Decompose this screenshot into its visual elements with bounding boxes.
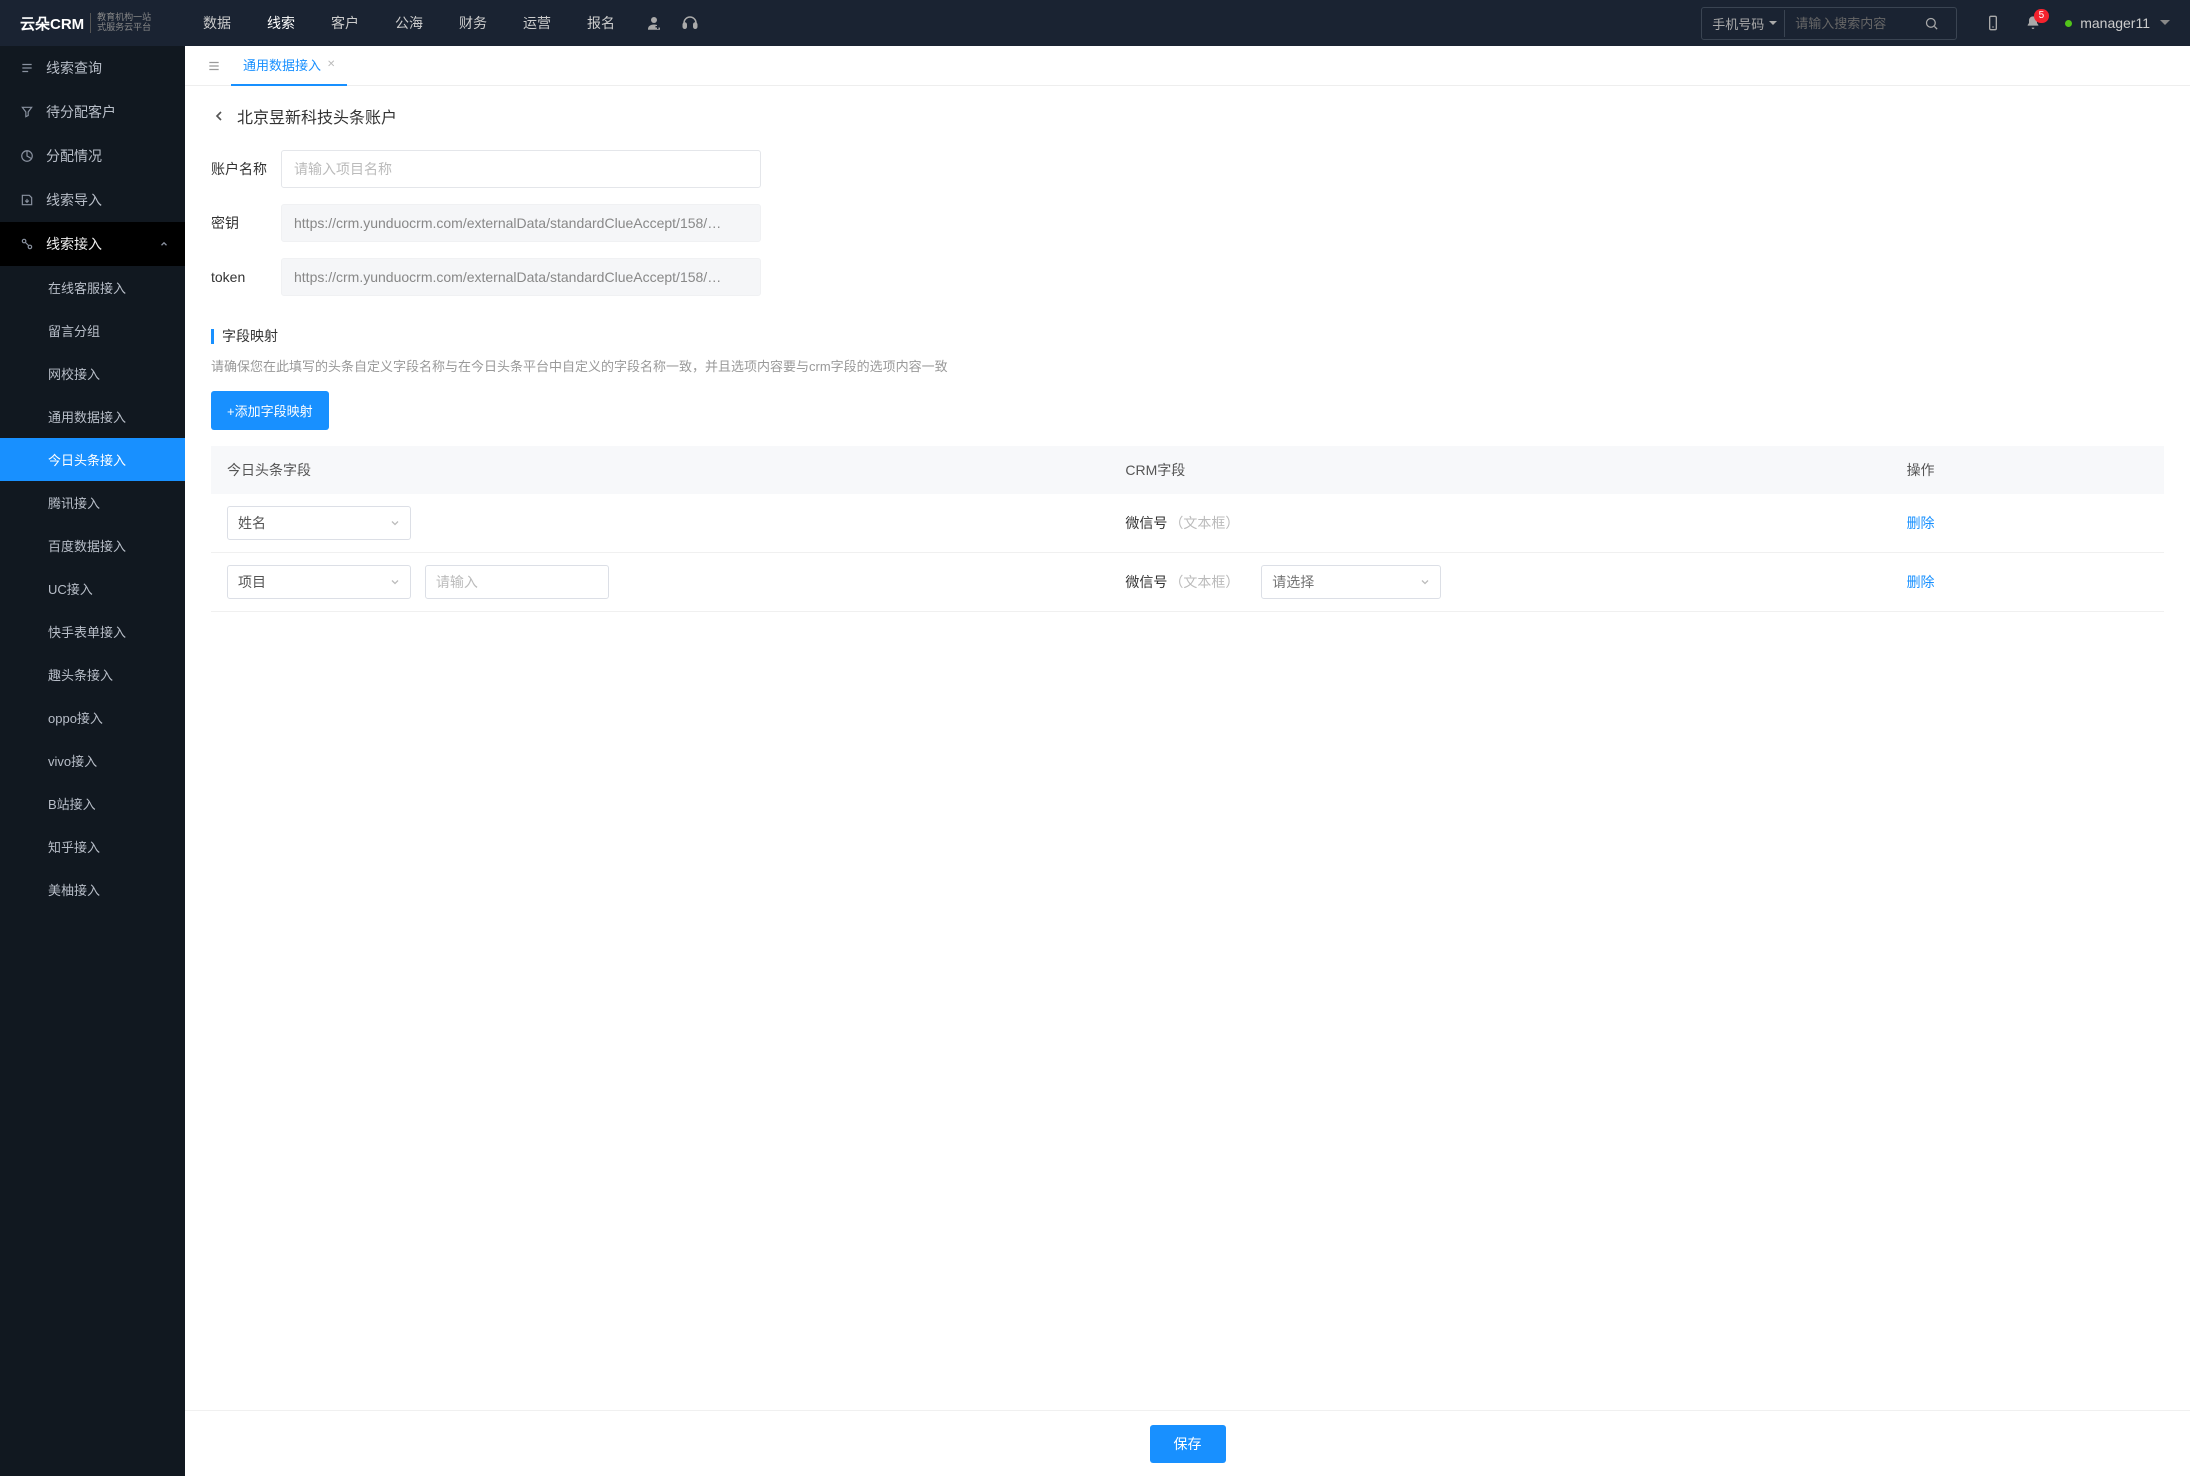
secret-input[interactable]: [281, 204, 761, 242]
tab-general-data[interactable]: 通用数据接入 ✕: [231, 46, 347, 86]
headset-icon[interactable]: [681, 14, 699, 32]
sidebar-sub-zhihu[interactable]: 知乎接入: [0, 825, 185, 868]
mapping-row: 微信号（文本框） 删除: [211, 553, 2164, 612]
pie-icon: [18, 149, 36, 163]
app-header: 云朵CRM 教育机构一站 式服务云平台 数据 线索 客户 公海 财务 运营 报名…: [0, 0, 2190, 46]
crm-field-select[interactable]: [1261, 565, 1441, 599]
section-bar-icon: [211, 329, 214, 344]
user-menu[interactable]: manager11: [2065, 15, 2170, 31]
top-extra-icons: [645, 14, 699, 32]
tab-close-icon[interactable]: ✕: [327, 59, 335, 70]
field-mapping-hint: 请确保您在此填写的头条自定义字段名称与在今日头条平台中自定义的字段名称一致，并且…: [211, 356, 2164, 375]
sidebar: 线索查询 待分配客户 分配情况 线索导入 线索接入 在线客服接入 留言分组 网校…: [0, 46, 185, 1476]
mapping-row: 微信号（文本框） 删除: [211, 494, 2164, 553]
delete-row-link[interactable]: 删除: [1907, 515, 1935, 531]
sidebar-sub-bilibili[interactable]: B站接入: [0, 782, 185, 825]
top-nav: 数据 线索 客户 公海 财务 运营 报名: [185, 0, 633, 46]
field-mapping-title: 字段映射: [211, 326, 2164, 346]
filter-icon: [18, 105, 36, 119]
sidebar-sub-toutiao[interactable]: 今日头条接入: [0, 438, 185, 481]
sidebar-sub-uc[interactable]: UC接入: [0, 567, 185, 610]
footer-bar: 保存: [185, 1410, 2190, 1476]
sidebar-sub-qutoutiao[interactable]: 趣头条接入: [0, 653, 185, 696]
toutiao-field-select[interactable]: [227, 506, 411, 540]
col-toutiao-field: 今日头条字段: [211, 446, 1109, 494]
search-type-select[interactable]: 手机号码: [1702, 8, 1784, 39]
form-row-account: 账户名称: [211, 150, 2164, 188]
top-nav-finance[interactable]: 财务: [441, 0, 505, 46]
token-input[interactable]: [281, 258, 761, 296]
toutiao-field-select[interactable]: [227, 565, 411, 599]
logo-area: 云朵CRM 教育机构一站 式服务云平台: [20, 13, 185, 34]
toutiao-field-extra-input[interactable]: [425, 565, 609, 599]
notification-badge: 5: [2034, 9, 2050, 23]
sidebar-sub-oppo[interactable]: oppo接入: [0, 696, 185, 739]
col-operation: 操作: [1891, 446, 2164, 494]
main-area: 通用数据接入 ✕ 北京昱新科技头条账户 账户名称 密钥 token: [185, 46, 2190, 1476]
chevron-down-icon: [2160, 18, 2170, 28]
sidebar-item-clue-query[interactable]: 线索查询: [0, 46, 185, 90]
sidebar-item-allocation[interactable]: 分配情况: [0, 134, 185, 178]
page-title: 北京昱新科技头条账户: [237, 104, 397, 128]
form-row-token: token: [211, 258, 2164, 296]
header-right-icons: 5: [1985, 15, 2041, 31]
top-nav-customers[interactable]: 客户: [313, 0, 377, 46]
top-nav-ops[interactable]: 运营: [505, 0, 569, 46]
content-area: 北京昱新科技头条账户 账户名称 密钥 token 字段映射 请确保您在此填写的头…: [185, 86, 2190, 1476]
back-icon[interactable]: [211, 108, 227, 124]
sidebar-sub-baidu[interactable]: 百度数据接入: [0, 524, 185, 567]
delete-row-link[interactable]: 删除: [1907, 574, 1935, 590]
search-button[interactable]: [1924, 16, 1956, 31]
user-status-dot-icon: [2065, 20, 2072, 27]
import-icon: [18, 193, 36, 207]
sidebar-sub-message-group[interactable]: 留言分组: [0, 309, 185, 352]
logo-subtitle: 教育机构一站 式服务云平台: [90, 13, 151, 33]
sidebar-sub-tencent[interactable]: 腾讯接入: [0, 481, 185, 524]
save-button[interactable]: 保存: [1150, 1425, 1226, 1463]
chevron-up-icon: [159, 239, 169, 249]
sidebar-sub-vivo[interactable]: vivo接入: [0, 739, 185, 782]
top-nav-data[interactable]: 数据: [185, 0, 249, 46]
integration-icon: [18, 237, 36, 251]
sidebar-sub-online-service[interactable]: 在线客服接入: [0, 266, 185, 309]
crm-field-name: 微信号: [1125, 574, 1167, 590]
token-label: token: [211, 269, 281, 285]
sidebar-sub-school[interactable]: 网校接入: [0, 352, 185, 395]
sidebar-item-clue-integration[interactable]: 线索接入: [0, 222, 185, 266]
page-title-row: 北京昱新科技头条账户: [211, 104, 2164, 128]
tabs-bar: 通用数据接入 ✕: [185, 46, 2190, 86]
username-label: manager11: [2080, 15, 2150, 31]
sidebar-item-pending-customers[interactable]: 待分配客户: [0, 90, 185, 134]
secret-label: 密钥: [211, 213, 281, 233]
sidebar-submenu: 在线客服接入 留言分组 网校接入 通用数据接入 今日头条接入 腾讯接入 百度数据…: [0, 266, 185, 911]
form-row-secret: 密钥: [211, 204, 2164, 242]
logo-brand: 云朵CRM: [20, 16, 84, 33]
account-name-input[interactable]: [281, 150, 761, 188]
field-mapping-table: 今日头条字段 CRM字段 操作: [211, 446, 2164, 612]
logo-text: 云朵CRM: [20, 13, 84, 34]
search-group: 手机号码: [1701, 7, 1957, 40]
crm-field-type: （文本框）: [1169, 515, 1239, 531]
top-nav-clues[interactable]: 线索: [249, 0, 313, 46]
search-input[interactable]: [1784, 10, 1924, 37]
user-add-icon[interactable]: [645, 14, 663, 32]
top-nav-sea[interactable]: 公海: [377, 0, 441, 46]
add-field-mapping-button[interactable]: +添加字段映射: [211, 391, 329, 430]
sidebar-item-clue-import[interactable]: 线索导入: [0, 178, 185, 222]
collapse-sidebar-button[interactable]: [197, 59, 231, 73]
phone-icon[interactable]: [1985, 15, 2001, 31]
crm-field-type: （文本框）: [1169, 574, 1239, 590]
sidebar-sub-kuaishou[interactable]: 快手表单接入: [0, 610, 185, 653]
sidebar-sub-meiyou[interactable]: 美柚接入: [0, 868, 185, 911]
notification-bell[interactable]: 5: [2025, 15, 2041, 31]
top-nav-signup[interactable]: 报名: [569, 0, 633, 46]
col-crm-field: CRM字段: [1109, 446, 1890, 494]
list-icon: [18, 61, 36, 75]
account-label: 账户名称: [211, 159, 281, 179]
sidebar-sub-general-data[interactable]: 通用数据接入: [0, 395, 185, 438]
crm-field-name: 微信号: [1125, 515, 1167, 531]
